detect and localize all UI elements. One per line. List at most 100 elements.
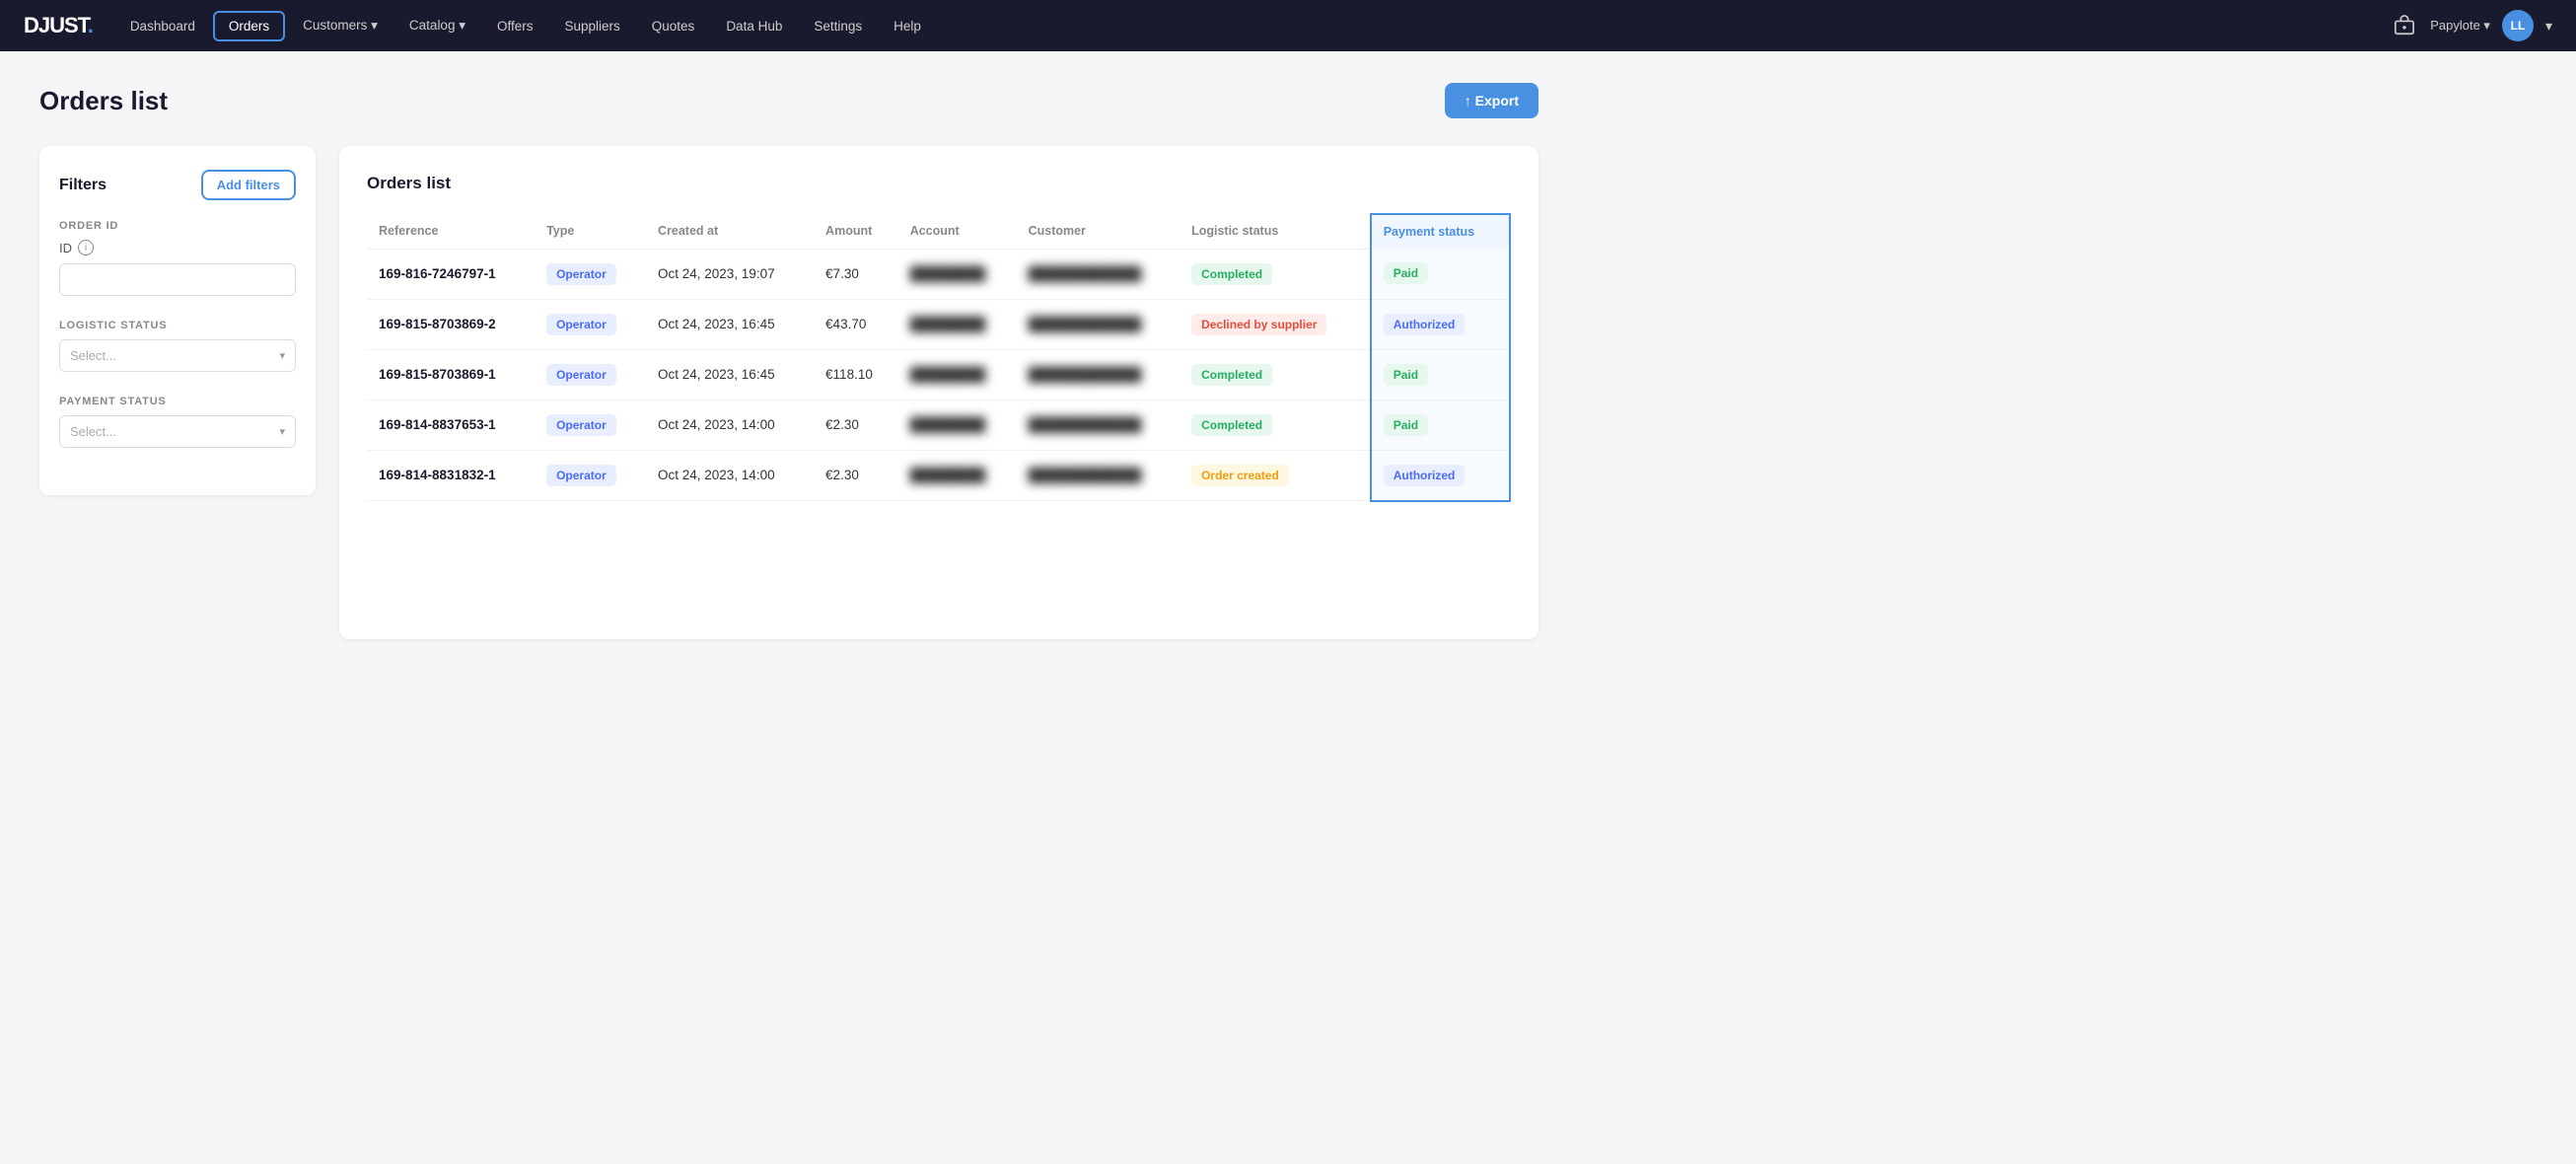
cell-payment-status: Authorized	[1371, 450, 1510, 501]
cell-type: Operator	[535, 249, 646, 299]
payment-status-badge: Authorized	[1384, 465, 1466, 486]
nav-item-datahub[interactable]: Data Hub	[712, 13, 796, 39]
cell-type: Operator	[535, 450, 646, 501]
table-row: 169-816-7246797-1 Operator Oct 24, 2023,…	[367, 249, 1510, 299]
logistic-chevron-icon: ▾	[279, 349, 285, 362]
type-badge: Operator	[546, 263, 616, 285]
cell-account: ████████	[898, 249, 1017, 299]
customer-value: ████████████	[1029, 317, 1142, 331]
cell-logistic-status: Declined by supplier	[1180, 299, 1371, 349]
col-created-at: Created at	[646, 214, 814, 249]
cell-reference: 169-816-7246797-1	[367, 249, 535, 299]
cell-logistic-status: Completed	[1180, 249, 1371, 299]
order-id-label: ORDER ID	[59, 220, 296, 232]
payment-status-badge: Paid	[1384, 364, 1428, 386]
cell-customer: ████████████	[1017, 450, 1181, 501]
logistic-status-placeholder: Select...	[70, 348, 116, 363]
type-badge: Operator	[546, 414, 616, 436]
customer-value: ████████████	[1029, 417, 1142, 432]
filter-payment-status-section: PAYMENT STATUS Select... ▾	[59, 396, 296, 448]
logistic-status-badge: Declined by supplier	[1191, 314, 1326, 335]
nav-item-orders[interactable]: Orders	[213, 11, 285, 41]
account-value: ████████	[910, 417, 986, 432]
col-account: Account	[898, 214, 1017, 249]
cell-account: ████████	[898, 349, 1017, 400]
cell-amount: €2.30	[814, 400, 898, 450]
main-layout: Filters Add filters ORDER ID ID i LOGIST…	[39, 146, 1538, 639]
cell-created-at: Oct 24, 2023, 14:00	[646, 450, 814, 501]
account-value: ████████	[910, 367, 986, 382]
customer-value: ████████████	[1029, 367, 1142, 382]
cell-reference: 169-814-8837653-1	[367, 400, 535, 450]
logistic-status-select[interactable]: Select... ▾	[59, 339, 296, 372]
order-id-input[interactable]	[59, 263, 296, 296]
logistic-status-badge: Completed	[1191, 263, 1272, 285]
brand-logo[interactable]: DJUST.	[24, 13, 93, 38]
user-chevron-icon[interactable]: ▾	[2545, 18, 2552, 35]
payment-status-placeholder: Select...	[70, 424, 116, 439]
table-row: 169-815-8703869-2 Operator Oct 24, 2023,…	[367, 299, 1510, 349]
order-reference-link[interactable]: 169-814-8837653-1	[379, 417, 496, 432]
account-value: ████████	[910, 317, 986, 331]
add-filters-button[interactable]: Add filters	[201, 170, 296, 200]
cell-account: ████████	[898, 299, 1017, 349]
page-container: Orders list ↑ Export Filters Add filters…	[0, 51, 1578, 671]
cell-type: Operator	[535, 400, 646, 450]
store-selector[interactable]: Papylote ▾	[2430, 18, 2490, 34]
cell-reference: 169-815-8703869-1	[367, 349, 535, 400]
store-icon	[2391, 12, 2418, 39]
col-logistic-status: Logistic status	[1180, 214, 1371, 249]
payment-status-select[interactable]: Select... ▾	[59, 415, 296, 448]
type-badge: Operator	[546, 364, 616, 386]
order-reference-link[interactable]: 169-816-7246797-1	[379, 266, 496, 281]
order-reference-link[interactable]: 169-815-8703869-1	[379, 367, 496, 382]
sidebar-header: Filters Add filters	[59, 170, 296, 200]
cell-customer: ████████████	[1017, 249, 1181, 299]
cell-payment-status: Paid	[1371, 400, 1510, 450]
type-badge: Operator	[546, 465, 616, 486]
nav-item-help[interactable]: Help	[880, 13, 935, 39]
nav-right: Papylote ▾ LL ▾	[2391, 10, 2552, 41]
cell-type: Operator	[535, 299, 646, 349]
payment-status-label: PAYMENT STATUS	[59, 396, 296, 407]
navbar: DJUST. Dashboard Orders Customers ▾ Cata…	[0, 0, 2576, 51]
table-row: 169-815-8703869-1 Operator Oct 24, 2023,…	[367, 349, 1510, 400]
page-header: Orders list ↑ Export	[39, 83, 1538, 118]
nav-item-quotes[interactable]: Quotes	[638, 13, 709, 39]
user-avatar[interactable]: LL	[2502, 10, 2534, 41]
cell-amount: €43.70	[814, 299, 898, 349]
payment-status-badge: Paid	[1384, 414, 1428, 436]
logistic-status-badge: Completed	[1191, 364, 1272, 386]
type-badge: Operator	[546, 314, 616, 335]
payment-status-badge: Paid	[1384, 262, 1428, 284]
nav-item-offers[interactable]: Offers	[483, 13, 547, 39]
customer-value: ████████████	[1029, 468, 1142, 482]
nav-item-suppliers[interactable]: Suppliers	[551, 13, 634, 39]
account-value: ████████	[910, 468, 986, 482]
col-payment-status: Payment status	[1371, 214, 1510, 249]
nav-item-dashboard[interactable]: Dashboard	[116, 13, 209, 39]
table-row: 169-814-8831832-1 Operator Oct 24, 2023,…	[367, 450, 1510, 501]
table-title: Orders list	[367, 174, 1511, 193]
export-button[interactable]: ↑ Export	[1445, 83, 1538, 118]
nav-item-settings[interactable]: Settings	[800, 13, 876, 39]
cell-logistic-status: Order created	[1180, 450, 1371, 501]
cell-account: ████████	[898, 400, 1017, 450]
filters-title: Filters	[59, 177, 107, 194]
col-amount: Amount	[814, 214, 898, 249]
cell-payment-status: Authorized	[1371, 299, 1510, 349]
filter-order-id-section: ORDER ID ID i	[59, 220, 296, 296]
id-info-icon[interactable]: i	[78, 240, 94, 255]
cell-reference: 169-814-8831832-1	[367, 450, 535, 501]
order-reference-link[interactable]: 169-814-8831832-1	[379, 468, 496, 482]
payment-chevron-icon: ▾	[279, 425, 285, 438]
cell-amount: €118.10	[814, 349, 898, 400]
filter-logistic-status-section: LOGISTIC STATUS Select... ▾	[59, 320, 296, 372]
order-reference-link[interactable]: 169-815-8703869-2	[379, 317, 496, 331]
nav-item-customers[interactable]: Customers ▾	[289, 12, 392, 39]
customer-value: ████████████	[1029, 266, 1142, 281]
cell-created-at: Oct 24, 2023, 19:07	[646, 249, 814, 299]
cell-logistic-status: Completed	[1180, 349, 1371, 400]
nav-item-catalog[interactable]: Catalog ▾	[395, 12, 479, 39]
cell-logistic-status: Completed	[1180, 400, 1371, 450]
